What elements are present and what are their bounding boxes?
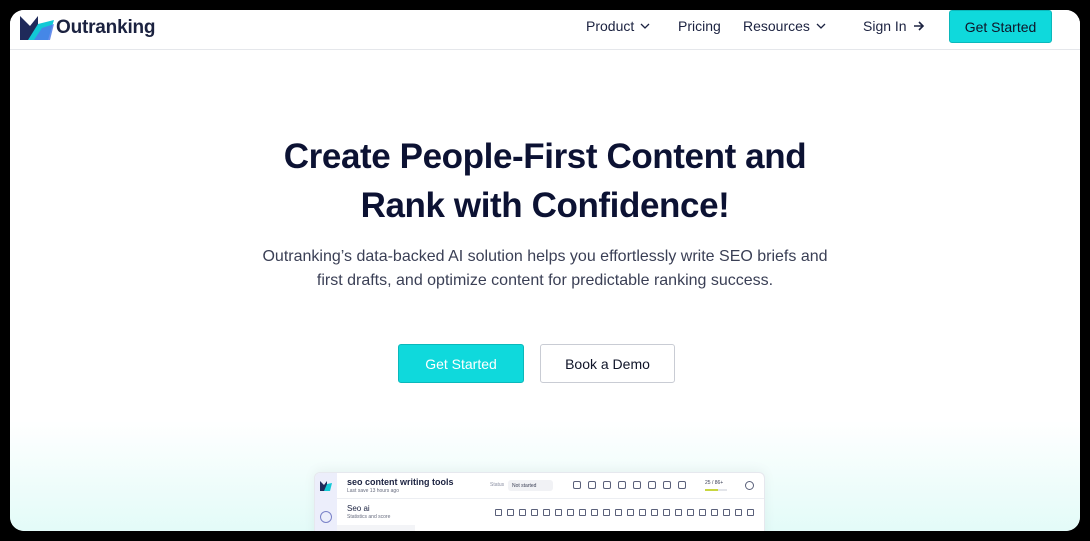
preview-score-fill [705, 489, 719, 491]
preview-editor-row: Seo ai Statistics and score [337, 499, 764, 527]
format-icon[interactable] [507, 509, 514, 516]
preview-format-toolbar [495, 509, 754, 516]
format-icon[interactable] [519, 509, 526, 516]
format-icon[interactable] [663, 509, 670, 516]
hero-subtitle: Outranking’s data-backed AI solution hel… [10, 245, 1080, 293]
preview-status-select[interactable]: Not started [508, 480, 553, 491]
browser-viewport: Outranking Product Pricing Resources Sig… [10, 10, 1080, 531]
preview-score: 25 / 86+ [705, 480, 724, 486]
preview-tool-icons [573, 481, 686, 489]
hero-title-line-2: Rank with Confidence! [360, 186, 730, 225]
tool-icon[interactable] [648, 481, 656, 489]
arrow-right-icon [913, 21, 924, 31]
preview-side-panel [337, 525, 415, 531]
preview-score-bar [705, 489, 727, 491]
nav-product[interactable]: Product [586, 18, 650, 34]
preview-logo-icon [320, 481, 332, 491]
format-icon[interactable] [531, 509, 538, 516]
nav-resources[interactable]: Resources [743, 18, 826, 34]
format-icon[interactable] [495, 509, 502, 516]
nav-pricing[interactable]: Pricing [678, 18, 721, 34]
hero-subtitle-line-2: first drafts, and optimize content for p… [316, 272, 774, 289]
format-icon[interactable] [555, 509, 562, 516]
format-icon[interactable] [627, 509, 634, 516]
format-icon[interactable] [675, 509, 682, 516]
tool-icon[interactable] [588, 481, 596, 489]
chevron-down-icon [640, 23, 650, 29]
app-preview: seo content writing tools Last save 13 h… [314, 472, 765, 531]
top-navbar: Outranking Product Pricing Resources Sig… [10, 10, 1080, 50]
format-icon[interactable] [699, 509, 706, 516]
refresh-icon[interactable] [745, 481, 754, 490]
preview-toolbar: seo content writing tools Last save 13 h… [337, 473, 764, 499]
format-icon[interactable] [567, 509, 574, 516]
preview-panel-subtitle: Statistics and score [347, 514, 391, 520]
format-icon[interactable] [591, 509, 598, 516]
brand-name: Outranking [56, 17, 156, 38]
format-icon[interactable] [735, 509, 742, 516]
tool-icon[interactable] [678, 481, 686, 489]
hero-title-line-1: Create People-First Content and [283, 137, 807, 176]
tool-icon[interactable] [573, 481, 581, 489]
logo[interactable]: Outranking [20, 13, 156, 43]
format-icon[interactable] [747, 509, 754, 516]
nav-product-label: Product [586, 18, 635, 34]
preview-rail-icon [320, 511, 332, 523]
format-icon[interactable] [723, 509, 730, 516]
nav-pricing-label: Pricing [678, 18, 721, 34]
tool-icon[interactable] [633, 481, 641, 489]
book-demo-button[interactable]: Book a Demo [540, 344, 675, 383]
outranking-logo-icon [20, 16, 54, 40]
preview-sidebar-rail [315, 473, 337, 531]
nav-resources-label: Resources [743, 18, 810, 34]
format-icon[interactable] [639, 509, 646, 516]
format-icon[interactable] [603, 509, 610, 516]
sign-in-link[interactable]: Sign In [863, 18, 925, 34]
format-icon[interactable] [651, 509, 658, 516]
hero-subtitle-line-1: Outranking’s data-backed AI solution hel… [262, 248, 828, 265]
preview-last-save: Last save 13 hours ago [347, 488, 399, 494]
format-icon[interactable] [615, 509, 622, 516]
tool-icon[interactable] [618, 481, 626, 489]
format-icon[interactable] [579, 509, 586, 516]
hero-title: Create People-First Content and Rank wit… [10, 132, 1080, 230]
nav-get-started-button[interactable]: Get Started [949, 10, 1052, 43]
tool-icon[interactable] [603, 481, 611, 489]
preview-status-label: Status [490, 482, 505, 488]
format-icon[interactable] [543, 509, 550, 516]
sign-in-label: Sign In [863, 18, 907, 34]
hero-get-started-button[interactable]: Get Started [398, 344, 524, 383]
chevron-down-icon [816, 23, 826, 29]
format-icon[interactable] [687, 509, 694, 516]
preview-doc-title: seo content writing tools [347, 477, 454, 487]
tool-icon[interactable] [663, 481, 671, 489]
preview-panel-title: Seo ai [347, 504, 370, 513]
format-icon[interactable] [711, 509, 718, 516]
